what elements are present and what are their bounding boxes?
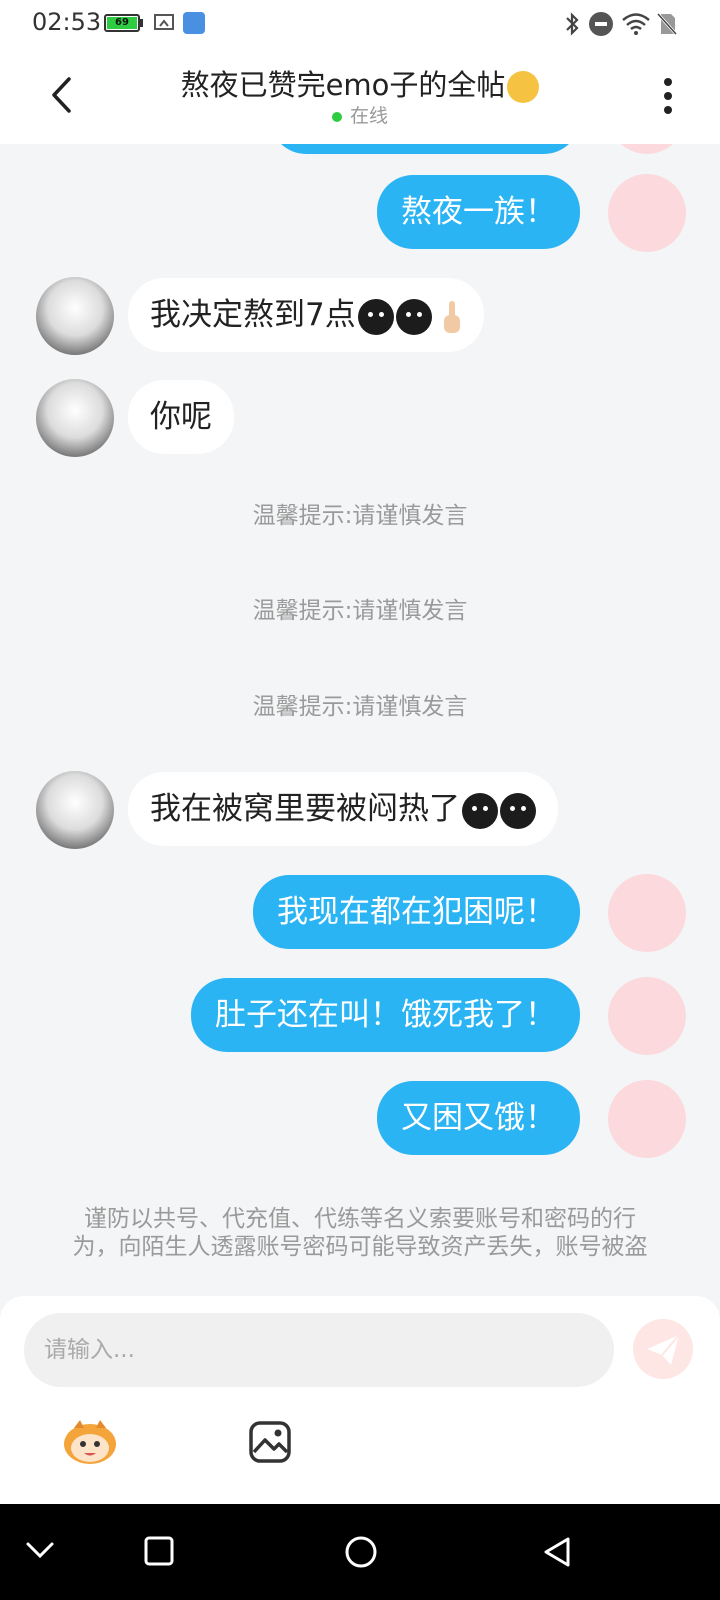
recents-button[interactable] — [144, 1536, 174, 1566]
black-face-emoji — [357, 298, 394, 335]
message-bubble-sent[interactable]: 我现在都在犯困呢！ — [253, 875, 580, 949]
screenshot-icon — [154, 14, 174, 30]
battery-level: 69 — [107, 17, 137, 29]
black-face-emoji — [500, 792, 536, 829]
message-bubble-received[interactable]: 你呢 — [128, 380, 234, 454]
my-avatar[interactable] — [608, 1080, 686, 1158]
security-warning-line: 为，向陌生人透露账号密码可能导致资产丢失，账号被盗 — [72, 1234, 648, 1260]
wifi-icon — [622, 13, 650, 35]
security-warning: 谨防以共号、代充值、代练等名义索要账号和密码的行 为，向陌生人透露账号密码可能导… — [50, 1205, 670, 1261]
black-face-emoji — [395, 298, 432, 335]
more-dot-icon — [664, 106, 672, 114]
message-text: 我在被窝里要被闷热了 — [150, 791, 460, 827]
do-not-disturb-bar — [595, 22, 607, 26]
smiling-face-icon — [507, 71, 540, 103]
more-dot-icon — [664, 92, 672, 100]
my-avatar[interactable] — [608, 977, 686, 1055]
home-button[interactable] — [345, 1536, 377, 1568]
system-tip: 温馨提示:请谨慎发言 — [252, 694, 468, 720]
chat-title-text: 熬夜已赞完emo子的全帖 — [180, 68, 506, 102]
status-time: 02:53 — [32, 8, 102, 36]
finger-emoji — [443, 300, 460, 333]
app-icon — [183, 12, 205, 34]
emoji-button[interactable] — [60, 1418, 120, 1466]
chat-title: 熬夜已赞完emo子的全帖 — [140, 62, 580, 104]
more-dot-icon — [664, 78, 672, 86]
back-nav-button[interactable] — [542, 1536, 572, 1568]
contact-avatar[interactable] — [36, 771, 114, 849]
no-sim-icon — [656, 12, 678, 36]
message-bubble-received[interactable]: 我决定熬到7点 — [128, 278, 484, 352]
message-bubble-sent[interactable]: 肚子还在叫！饿死我了！ — [191, 978, 580, 1052]
online-dot-icon — [331, 111, 342, 122]
chat-scroll-area[interactable]: 熬夜一族！ 我决定熬到7点 你呢 温馨提示:请谨慎发言 温馨提示:请谨慎发言 温… — [0, 144, 720, 1296]
collapse-nav-icon[interactable] — [24, 1538, 56, 1562]
back-button[interactable] — [44, 73, 84, 117]
battery-tip — [140, 19, 143, 27]
my-avatar-partial[interactable] — [608, 144, 686, 154]
message-bubble-partial[interactable] — [270, 144, 580, 154]
my-avatar[interactable] — [608, 174, 686, 252]
bluetooth-icon — [566, 12, 579, 36]
message-text: 我决定熬到7点 — [150, 297, 356, 333]
battery-icon: 69 — [104, 14, 140, 32]
image-button[interactable] — [248, 1420, 292, 1464]
black-face-emoji — [462, 792, 498, 829]
contact-avatar[interactable] — [36, 379, 114, 457]
send-icon — [647, 1334, 680, 1365]
my-avatar[interactable] — [608, 874, 686, 952]
message-bubble-sent[interactable]: 熬夜一族！ — [377, 175, 580, 249]
message-bubble-received[interactable]: 我在被窝里要被闷热了 — [128, 772, 558, 846]
online-status: 在线 — [300, 101, 420, 128]
message-bubble-sent[interactable]: 又困又饿！ — [377, 1081, 580, 1155]
message-input[interactable] — [24, 1313, 614, 1387]
security-warning-line: 谨防以共号、代充值、代练等名义索要账号和密码的行 — [84, 1206, 636, 1232]
online-status-text: 在线 — [349, 105, 388, 127]
system-tip: 温馨提示:请谨慎发言 — [252, 503, 468, 529]
contact-avatar[interactable] — [36, 277, 114, 355]
send-button[interactable] — [633, 1319, 693, 1379]
system-tip: 温馨提示:请谨慎发言 — [252, 598, 468, 624]
more-options-button[interactable] — [664, 78, 674, 116]
